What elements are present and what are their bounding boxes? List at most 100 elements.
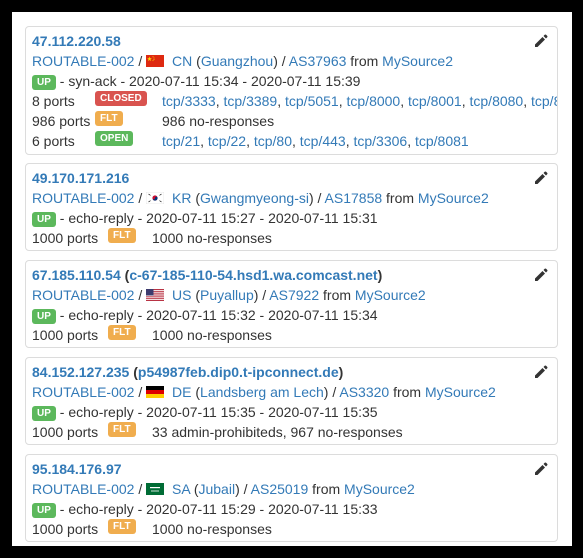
ports-row-open: 6 ports OPEN tcp/21, tcp/22, tcp/80, tcp…	[26, 131, 557, 151]
ports-row-filtered: 1000 ports FLT 1000 no-responses	[26, 519, 557, 539]
port-link[interactable]: tcp/8081	[531, 93, 557, 109]
ports-count: 1000 ports	[32, 424, 99, 440]
asn-link[interactable]: AS3320	[339, 384, 389, 400]
category-link[interactable]: ROUTABLE-002	[32, 287, 134, 303]
pencil-icon[interactable]	[533, 33, 549, 49]
port-link[interactable]: tcp/22	[208, 133, 246, 149]
asn-link[interactable]: AS17858	[325, 190, 383, 206]
port-link[interactable]: tcp/3306	[353, 133, 407, 149]
filtered-summary: 33 admin-prohibiteds, 967 no-responses	[152, 424, 403, 440]
ports-row-filtered: 1000 ports FLT 33 admin-prohibiteds, 967…	[26, 422, 557, 442]
source-link[interactable]: MySource2	[344, 481, 415, 497]
ports-row-closed: 8 ports CLOSED tcp/3333, tcp/3389, tcp/5…	[26, 91, 557, 111]
filtered-badge: FLT	[108, 519, 136, 534]
city-link[interactable]: Jubail	[198, 481, 235, 497]
from-label: from	[350, 53, 383, 69]
host-status-row: UP - syn-ack - 2020-07-11 15:34 - 2020-0…	[26, 71, 557, 91]
south-korea-flag-icon	[146, 192, 165, 204]
host-header: 95.184.176.97	[26, 459, 557, 479]
port-link[interactable]: tcp/8080	[470, 93, 524, 109]
city-link[interactable]: Gwangmyeong-si	[200, 190, 309, 206]
host-card: 95.184.176.97 ROUTABLE-002 / SA (Jubail)…	[25, 454, 558, 542]
filtered-badge: FLT	[108, 422, 136, 437]
filtered-summary: 986 no-responses	[162, 113, 275, 129]
host-location-row: ROUTABLE-002 / CN (Guangzhou) / AS37963 …	[26, 51, 557, 71]
city-link[interactable]: Guangzhou	[201, 53, 273, 69]
from-label: from	[386, 190, 418, 206]
category-link[interactable]: ROUTABLE-002	[32, 53, 134, 69]
port-link[interactable]: tcp/8000	[347, 93, 401, 109]
source-link[interactable]: MySource2	[425, 384, 496, 400]
country-link[interactable]: KR	[172, 190, 191, 206]
port-link[interactable]: tcp/443	[300, 133, 346, 149]
pencil-icon[interactable]	[533, 461, 549, 477]
host-status-row: UP - echo-reply - 2020-07-11 15:32 - 202…	[26, 305, 557, 325]
host-ip-link[interactable]: 49.170.171.216	[32, 170, 129, 186]
pencil-icon[interactable]	[533, 170, 549, 186]
category-link[interactable]: ROUTABLE-002	[32, 190, 134, 206]
us-flag-icon	[146, 289, 165, 301]
host-ip-link[interactable]: 47.112.220.58	[32, 33, 121, 49]
status-text: - echo-reply - 2020-07-11 15:29 - 2020-0…	[59, 501, 378, 517]
asn-link[interactable]: AS25019	[251, 481, 309, 497]
city-link[interactable]: Puyallup	[200, 287, 254, 303]
host-status-row: UP - echo-reply - 2020-07-11 15:29 - 202…	[26, 499, 557, 519]
hostname-link[interactable]: p54987feb.dip0.t-ipconnect.de	[138, 364, 339, 380]
status-badge: UP	[32, 406, 56, 421]
category-link[interactable]: ROUTABLE-002	[32, 384, 134, 400]
ports-count: 8 ports	[32, 93, 75, 109]
pencil-icon[interactable]	[533, 267, 549, 283]
category-link[interactable]: ROUTABLE-002	[32, 481, 134, 497]
country-link[interactable]: CN	[172, 53, 192, 69]
status-badge: UP	[32, 75, 56, 90]
host-header: 49.170.171.216	[26, 168, 557, 188]
port-link[interactable]: tcp/3333	[162, 93, 216, 109]
filtered-summary: 1000 no-responses	[152, 327, 272, 343]
country-link[interactable]: US	[172, 287, 191, 303]
pencil-icon[interactable]	[533, 364, 549, 380]
filtered-badge: FLT	[108, 325, 136, 340]
china-flag-icon	[146, 55, 165, 67]
port-link[interactable]: tcp/3389	[224, 93, 278, 109]
paren-close: ) /	[308, 190, 325, 206]
host-location-row: ROUTABLE-002 / SA (Jubail) / AS25019 fro…	[26, 479, 557, 499]
filtered-badge: FLT	[95, 111, 123, 126]
host-status-row: UP - echo-reply - 2020-07-11 15:35 - 202…	[26, 402, 557, 422]
city-link[interactable]: Landsberg am Lech	[200, 384, 324, 400]
ports-row-filtered: 1000 ports FLT 1000 no-responses	[26, 325, 557, 345]
open-badge: OPEN	[95, 131, 134, 146]
source-link[interactable]: MySource2	[355, 287, 426, 303]
status-badge: UP	[32, 212, 56, 227]
host-card: 47.112.220.58 ROUTABLE-002 / CN (Guangzh…	[25, 26, 558, 155]
asn-link[interactable]: AS7922	[269, 287, 319, 303]
paren-close: ) /	[323, 384, 340, 400]
port-link[interactable]: tcp/21	[162, 133, 200, 149]
ports-count: 1000 ports	[32, 521, 99, 537]
separator: /	[138, 384, 147, 400]
filtered-badge: FLT	[108, 228, 136, 243]
separator: /	[138, 481, 147, 497]
port-link[interactable]: tcp/8001	[408, 93, 462, 109]
port-link[interactable]: tcp/8081	[415, 133, 469, 149]
host-list-panel: 47.112.220.58 ROUTABLE-002 / CN (Guangzh…	[12, 12, 572, 546]
country-link[interactable]: SA	[172, 481, 190, 497]
from-label: from	[312, 481, 345, 497]
hostname-link[interactable]: c-67-185-110-54.hsd1.wa.comcast.net	[129, 267, 377, 283]
port-link[interactable]: tcp/80	[254, 133, 292, 149]
source-link[interactable]: MySource2	[382, 53, 453, 69]
country-link[interactable]: DE	[172, 384, 191, 400]
host-header: 47.112.220.58	[26, 31, 557, 51]
host-ip-link[interactable]: 84.152.127.235	[32, 364, 129, 380]
paren-close: )	[338, 364, 344, 380]
port-link[interactable]: tcp/5051	[285, 93, 339, 109]
filtered-summary: 1000 no-responses	[152, 521, 272, 537]
host-status-row: UP - echo-reply - 2020-07-11 15:27 - 202…	[26, 208, 557, 228]
from-label: from	[393, 384, 425, 400]
paren-close: ) /	[273, 53, 289, 69]
host-ip-link[interactable]: 95.184.176.97	[32, 461, 122, 477]
source-link[interactable]: MySource2	[418, 190, 489, 206]
asn-link[interactable]: AS37963	[289, 53, 347, 69]
saudi-arabia-flag-icon	[146, 483, 165, 495]
separator: /	[138, 190, 147, 206]
host-ip-link[interactable]: 67.185.110.54	[32, 267, 121, 283]
